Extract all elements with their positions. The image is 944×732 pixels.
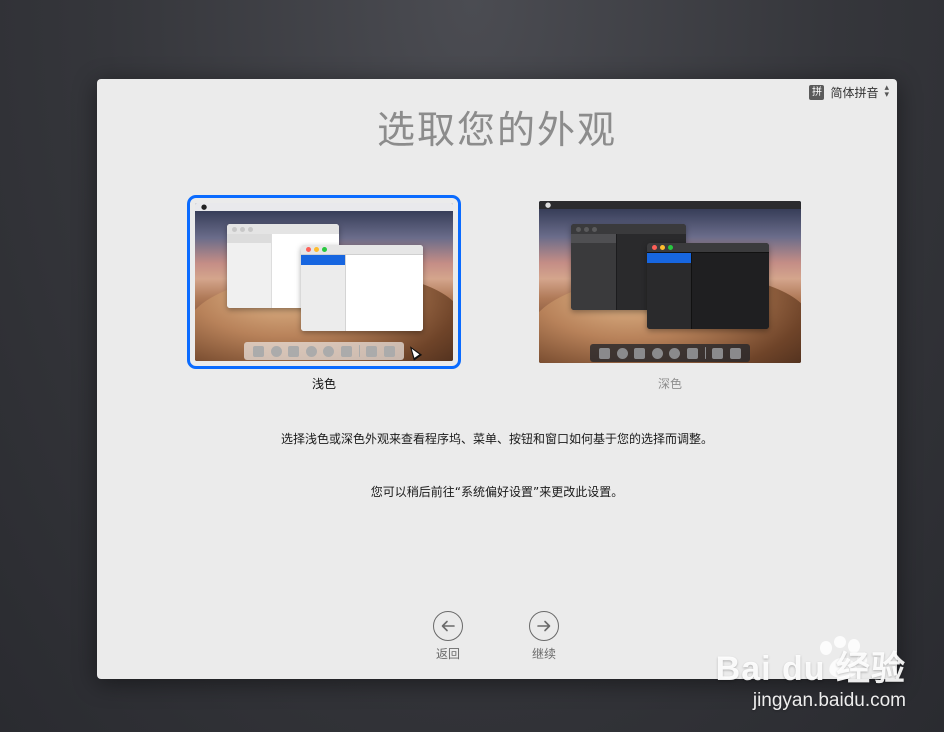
input-source-label: 简体拼音	[830, 85, 879, 100]
description-text: 选择浅色或深色外观来查看程序坞、菜单、按钮和窗口如何基于您的选择而调整。	[280, 432, 713, 446]
preview-window-front	[301, 245, 423, 331]
light-appearance-preview[interactable]: ●	[195, 203, 453, 361]
arrow-left-icon	[433, 611, 463, 641]
apple-logo-icon: ●	[545, 201, 552, 209]
apple-logo-icon: ●	[201, 203, 208, 211]
appearance-label-light: 浅色	[311, 377, 336, 391]
arrow-right-icon	[529, 611, 559, 641]
preview-menubar: ●	[195, 203, 453, 211]
page-title: 选取您的外观	[376, 108, 617, 152]
setup-assistant-window: 拼 简体拼音 ▴ ▾ 选取您的外观 ● 浅色 ● 深色 选择浅色或深色外观来查看…	[97, 79, 897, 679]
appearance-option-dark[interactable]: ● 深色	[533, 195, 807, 392]
continue-button[interactable]: 继续	[519, 611, 569, 662]
selection-ring-inactive: ●	[533, 195, 807, 369]
appearance-option-light[interactable]: ● 浅色	[187, 195, 461, 392]
preview-dock	[244, 342, 404, 360]
settings-note: 您可以稍后前往“系统偏好设置”来更改此设置。	[370, 485, 624, 499]
preview-window-front	[647, 243, 769, 329]
preview-dock	[590, 344, 750, 362]
continue-label: 继续	[531, 647, 556, 661]
back-button[interactable]: 返回	[423, 611, 473, 662]
back-label: 返回	[435, 647, 460, 661]
watermark-logo: Bai du 经验	[715, 650, 906, 688]
chevron-updown-icon: ▴ ▾	[884, 83, 889, 100]
watermark-url: jingyan.baidu.com	[752, 690, 906, 711]
selection-ring: ●	[187, 195, 461, 369]
baidu-jingyan-watermark: Bai du 经验 jingyan.baidu.com	[716, 641, 906, 712]
preview-menubar: ●	[539, 201, 801, 209]
dark-appearance-preview[interactable]: ●	[539, 201, 801, 363]
appearance-label-dark: 深色	[657, 377, 682, 391]
input-method-icon: 拼	[809, 84, 825, 100]
